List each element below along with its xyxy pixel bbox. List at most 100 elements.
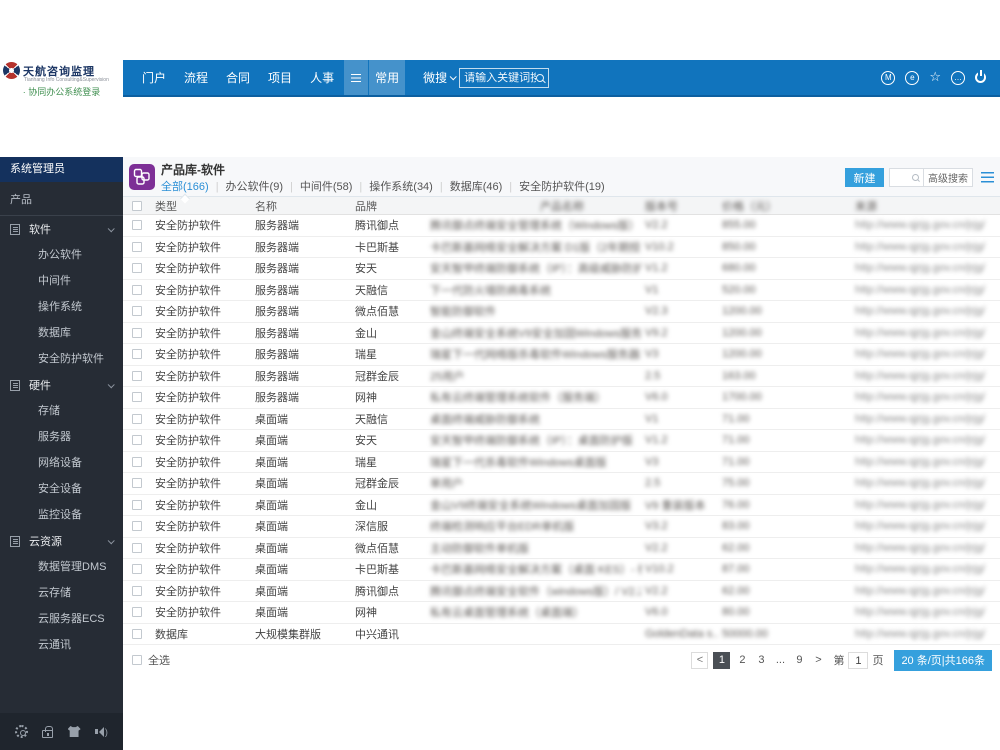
cell-description: 单用户 [430, 478, 463, 491]
sidebar-item-1-0[interactable]: 存储 [0, 398, 123, 424]
table-search-input[interactable] [890, 169, 912, 186]
sidebar-item-1-4[interactable]: 监控设备 [0, 502, 123, 528]
cell-version: V10.2 [645, 563, 674, 576]
header-checkbox[interactable] [132, 200, 142, 211]
row-checkbox[interactable] [132, 542, 142, 553]
table-row-6: 安全防护软件 服务器端 瑞星 瑞星下一代网络版杀毒软件Windows服务器端 V3 120… [123, 344, 1000, 366]
sidebar-section-0[interactable]: 软件 [0, 216, 123, 242]
row-checkbox[interactable] [132, 564, 142, 575]
row-checkbox[interactable] [132, 284, 142, 295]
nav-item-1[interactable]: 流程 [175, 69, 217, 86]
nav-item-4[interactable]: 人事 [301, 69, 343, 86]
row-checkbox[interactable] [132, 607, 142, 618]
sidebar-item-0-4[interactable]: 安全防护软件 [0, 346, 123, 372]
nav-item-0[interactable]: 门户 [133, 69, 175, 86]
cell-source: http://www.qjrjg.gov.cn/jrjg/ [855, 283, 986, 296]
jump-page-input[interactable]: 1 [848, 651, 869, 669]
nav-item-2[interactable]: 合同 [217, 69, 259, 86]
cell-name: 桌面端 [255, 564, 288, 577]
filter-tab-3[interactable]: 操作系统(34) [369, 178, 433, 196]
sidebar-item-0-2[interactable]: 操作系统 [0, 294, 123, 320]
filter-tab-4[interactable]: 数据库(46) [450, 178, 503, 196]
page-size-summary[interactable]: 20 条/页|共166条 [894, 649, 992, 671]
row-checkbox[interactable] [132, 241, 142, 252]
cell-source: http://www.qjrjg.gov.cn/jrjg/ [855, 369, 986, 382]
row-checkbox[interactable] [132, 349, 142, 360]
sidebar-item-2-2[interactable]: 云服务器ECS [0, 606, 123, 632]
sidebar-item-0-0[interactable]: 办公软件 [0, 242, 123, 268]
select-all-label: 全选 [148, 655, 170, 667]
sidebar-module-product[interactable]: 产品 [0, 182, 123, 215]
row-checkbox-cell [123, 585, 151, 596]
row-checkbox[interactable] [132, 456, 142, 467]
select-all[interactable]: 全选 [132, 652, 170, 668]
favorites-star-icon[interactable]: ☆ [929, 70, 941, 85]
email-e-icon[interactable]: e [905, 70, 920, 85]
table-body: 安全防护软件 服务器端 腾讯御点 腾讯御点终端安全管理系统（Windows版） V2.2… [123, 215, 1000, 645]
cell-version: V1.2 [645, 434, 668, 447]
row-checkbox[interactable] [132, 306, 142, 317]
power-logout-icon[interactable] [975, 72, 986, 83]
cell-version: V3.2 [645, 520, 668, 533]
filter-tab-2[interactable]: 中间件(58) [300, 178, 353, 196]
prev-page-button[interactable]: < [691, 651, 709, 669]
row-checkbox[interactable] [132, 263, 142, 274]
row-checkbox[interactable] [132, 413, 142, 424]
nav-item-3[interactable]: 项目 [259, 69, 301, 86]
row-checkbox[interactable] [132, 628, 142, 639]
row-checkbox[interactable] [132, 220, 142, 231]
page-button-2[interactable]: 2 [735, 652, 749, 669]
lock-screen-icon[interactable] [42, 726, 54, 738]
filter-tab-1[interactable]: 办公软件(9) [226, 178, 283, 196]
cell-description: 智能防御软件 [430, 306, 496, 319]
search-scope-dropdown[interactable]: 微搜 [423, 69, 457, 86]
chevron-down-icon [449, 73, 457, 81]
speaker-icon[interactable]: ) [94, 726, 108, 737]
select-all-checkbox[interactable] [132, 655, 142, 665]
cell-price: 62.00 [722, 541, 750, 554]
oa-login-link[interactable]: · 协同办公系统登录 [3, 85, 120, 98]
page-button-9[interactable]: 9 [792, 652, 806, 669]
cell-description: 私有云桌面管理系统（桌面端） [430, 607, 584, 620]
theme-shirt-icon[interactable] [67, 726, 81, 737]
sidebar-item-1-2[interactable]: 网络设备 [0, 450, 123, 476]
row-checkbox[interactable] [132, 478, 142, 489]
list-view-icon[interactable] [981, 172, 994, 183]
messenger-m-icon[interactable]: M [881, 70, 896, 85]
column-header-0: 类型 [155, 200, 177, 213]
settings-gear-icon[interactable] [15, 725, 29, 738]
sidebar-item-2-3[interactable]: 云通讯 [0, 632, 123, 658]
sidebar-item-0-3[interactable]: 数据库 [0, 320, 123, 346]
cell-type: 安全防护软件 [155, 478, 221, 491]
filter-tab-0[interactable]: 全部(166) [161, 178, 209, 196]
sidebar-section-2[interactable]: 云资源 [0, 528, 123, 554]
sidebar-item-0-1[interactable]: 中间件 [0, 268, 123, 294]
next-page-button[interactable]: > [811, 652, 825, 669]
row-checkbox[interactable] [132, 585, 142, 596]
more-options-icon[interactable]: … [951, 70, 965, 85]
row-checkbox[interactable] [132, 435, 142, 446]
cell-source: http://www.qjrjg.gov.cn/jrjg/ [855, 541, 986, 554]
page-button-...[interactable]: ... [773, 652, 787, 669]
sidebar-item-1-1[interactable]: 服务器 [0, 424, 123, 450]
row-checkbox[interactable] [132, 392, 142, 403]
search-input[interactable] [464, 71, 537, 84]
advanced-search-button[interactable]: 高级搜索 [923, 169, 972, 186]
row-checkbox[interactable] [132, 499, 142, 510]
sidebar-section-1[interactable]: 硬件 [0, 372, 123, 398]
search-icon[interactable] [536, 73, 545, 82]
sidebar-item-2-1[interactable]: 云存储 [0, 580, 123, 606]
cell-price: 71.00 [722, 434, 750, 447]
row-checkbox[interactable] [132, 370, 142, 381]
page-button-1[interactable]: 1 [713, 651, 731, 669]
filter-tab-5[interactable]: 安全防护软件(19) [519, 178, 605, 196]
nav-menu-toggle[interactable] [344, 60, 369, 95]
row-checkbox[interactable] [132, 521, 142, 532]
sidebar-item-2-0[interactable]: 数据管理DMS [0, 554, 123, 580]
table-search-icon[interactable] [912, 174, 919, 181]
page-button-3[interactable]: 3 [754, 652, 768, 669]
sidebar-item-1-3[interactable]: 安全设备 [0, 476, 123, 502]
row-checkbox[interactable] [132, 327, 142, 338]
nav-item-pinned[interactable]: 常用 [369, 60, 406, 95]
new-button[interactable]: 新建 [845, 168, 884, 187]
